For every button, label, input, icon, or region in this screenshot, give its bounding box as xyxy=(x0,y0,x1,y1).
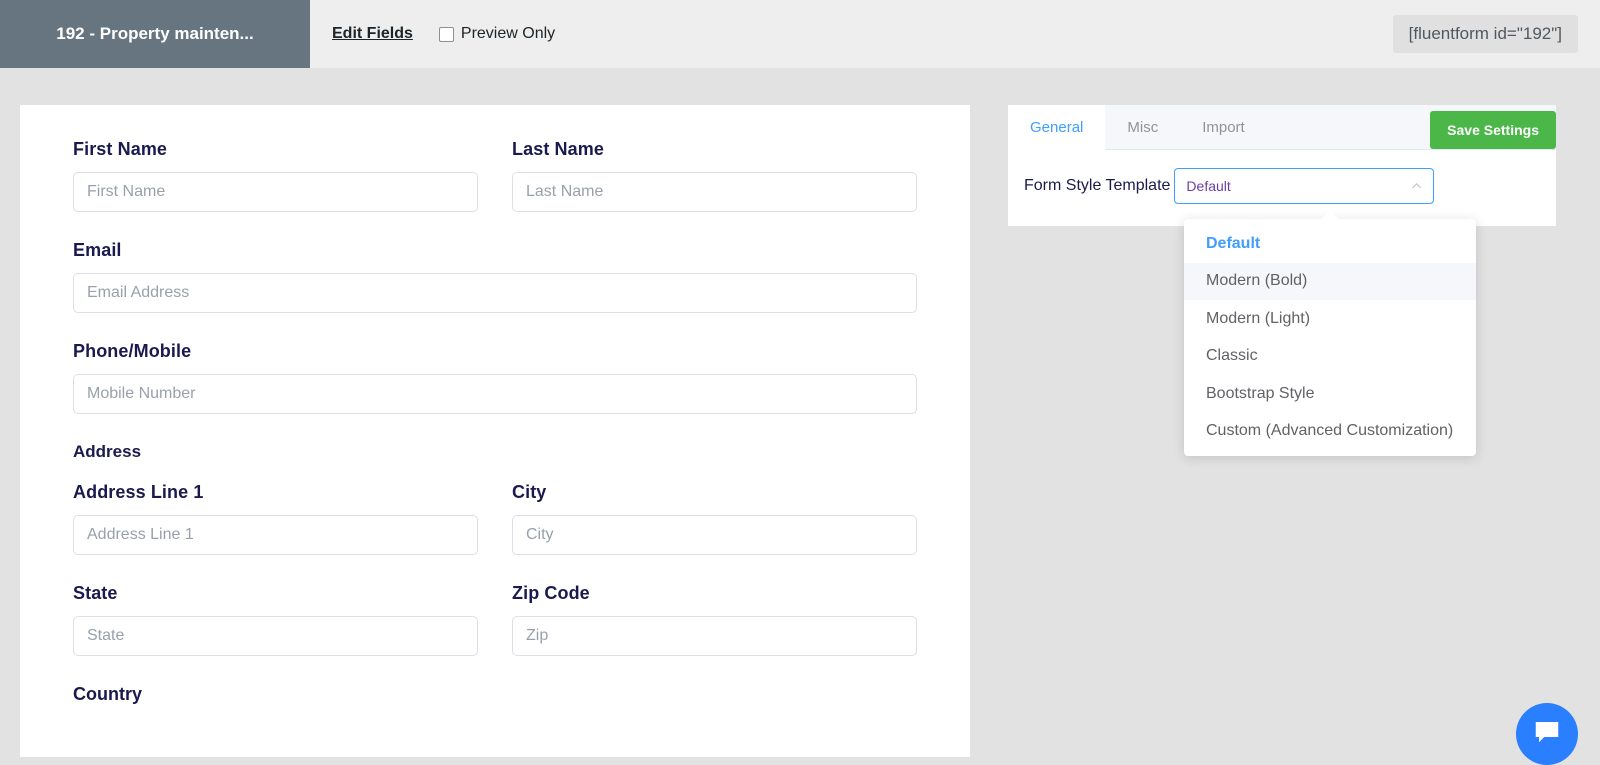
address-line-city-row: Address Line 1 City xyxy=(73,482,917,555)
dropdown-option-modern-light[interactable]: Modern (Light) xyxy=(1184,300,1476,338)
edit-fields-link[interactable]: Edit Fields xyxy=(332,25,413,43)
tab-misc[interactable]: Misc xyxy=(1105,105,1180,149)
form-title-chip: 192 - Property mainten... xyxy=(0,0,310,68)
chevron-up-icon xyxy=(1410,180,1423,193)
settings-tabs-bar: General Misc Import Save Settings xyxy=(1008,105,1556,150)
dropdown-option-custom-advanced[interactable]: Custom (Advanced Customization) xyxy=(1184,413,1476,451)
state-zip-row: State Zip Code xyxy=(73,583,917,656)
preview-only-checkbox[interactable] xyxy=(439,27,454,42)
email-field-row: Email xyxy=(73,240,917,313)
email-input[interactable] xyxy=(73,273,917,313)
form-style-template-select[interactable]: Default xyxy=(1174,168,1434,204)
dropdown-option-classic[interactable]: Classic xyxy=(1184,338,1476,376)
address-line-1-label: Address Line 1 xyxy=(73,482,478,503)
field-last-name: Last Name xyxy=(512,139,917,212)
tab-general[interactable]: General xyxy=(1008,105,1105,150)
form-style-template-dropdown: Default Modern (Bold) Modern (Light) Cla… xyxy=(1184,219,1476,456)
dropdown-option-bootstrap-style[interactable]: Bootstrap Style xyxy=(1184,375,1476,413)
name-fields-row: First Name Last Name xyxy=(73,139,917,212)
form-preview-card: First Name Last Name Email Phone/Mobile … xyxy=(20,105,970,757)
country-label: Country xyxy=(73,684,917,705)
form-style-template-value: Default xyxy=(1186,178,1230,194)
field-email: Email xyxy=(73,240,917,313)
state-input[interactable] xyxy=(73,616,478,656)
address-line-1-input[interactable] xyxy=(73,515,478,555)
chat-widget-button[interactable] xyxy=(1516,703,1578,765)
dropdown-option-default[interactable]: Default xyxy=(1184,225,1476,263)
phone-input[interactable] xyxy=(73,374,917,414)
zip-code-label: Zip Code xyxy=(512,583,917,604)
tab-import[interactable]: Import xyxy=(1180,105,1267,149)
last-name-label: Last Name xyxy=(512,139,917,160)
field-first-name: First Name xyxy=(73,139,478,212)
shortcode-chip[interactable]: [fluentform id="192"] xyxy=(1393,15,1578,53)
last-name-input[interactable] xyxy=(512,172,917,212)
preview-only-label: Preview Only xyxy=(461,25,555,43)
state-label: State xyxy=(73,583,478,604)
field-phone: Phone/Mobile xyxy=(73,341,917,414)
phone-field-row: Phone/Mobile xyxy=(73,341,917,414)
zip-code-input[interactable] xyxy=(512,616,917,656)
settings-panel-body: Form Style Template Default xyxy=(1008,150,1556,204)
chat-bubble-icon xyxy=(1532,717,1562,752)
save-settings-button[interactable]: Save Settings xyxy=(1430,111,1556,149)
first-name-label: First Name xyxy=(73,139,478,160)
address-section-label: Address xyxy=(73,442,917,462)
admin-topbar: 192 - Property mainten... Edit Fields Pr… xyxy=(0,0,1600,68)
dropdown-option-modern-bold[interactable]: Modern (Bold) xyxy=(1184,263,1476,301)
form-style-template-label: Form Style Template xyxy=(1024,177,1170,195)
topbar-actions: Edit Fields Preview Only xyxy=(310,0,1393,68)
phone-label: Phone/Mobile xyxy=(73,341,917,362)
email-label: Email xyxy=(73,240,917,261)
city-input[interactable] xyxy=(512,515,917,555)
field-zip-code: Zip Code xyxy=(512,583,917,656)
field-city: City xyxy=(512,482,917,555)
field-address-line-1: Address Line 1 xyxy=(73,482,478,555)
field-state: State xyxy=(73,583,478,656)
first-name-input[interactable] xyxy=(73,172,478,212)
form-title-text: 192 - Property mainten... xyxy=(56,24,253,44)
city-label: City xyxy=(512,482,917,503)
form-settings-panel: General Misc Import Save Settings Form S… xyxy=(1008,105,1556,226)
preview-only-toggle[interactable]: Preview Only xyxy=(439,25,555,43)
